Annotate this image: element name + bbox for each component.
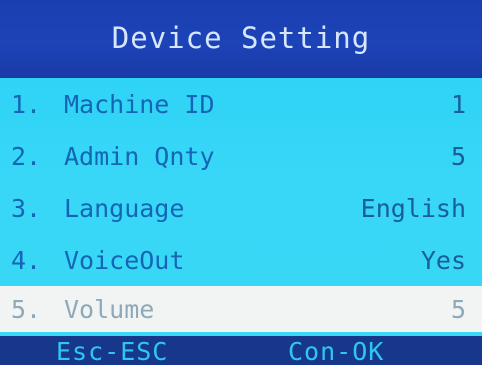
menu-item-voiceout[interactable]: 4. VoiceOut Yes xyxy=(0,234,482,286)
menu-item-number: 5. xyxy=(11,294,42,324)
menu-item-value: 5 xyxy=(450,294,466,324)
menu-item-label: Admin Qnty xyxy=(64,141,215,171)
device-screen: Device Setting 1. Machine ID 1 2. Admin … xyxy=(0,0,482,365)
menu-item-volume[interactable]: 5. Volume 5 xyxy=(0,286,482,332)
settings-menu: 1. Machine ID 1 2. Admin Qnty 5 3. Langu… xyxy=(0,78,482,336)
menu-item-value: English xyxy=(360,193,466,223)
menu-item-value: 1 xyxy=(450,89,466,119)
menu-item-language[interactable]: 3. Language English xyxy=(0,182,482,234)
softkey-bar: Esc-ESC Con-OK xyxy=(0,336,482,365)
escape-button[interactable]: Esc-ESC xyxy=(56,337,168,365)
menu-item-label: Machine ID xyxy=(64,89,215,119)
menu-item-label: Language xyxy=(64,193,185,223)
page-title: Device Setting xyxy=(111,21,371,55)
menu-item-machine-id[interactable]: 1. Machine ID 1 xyxy=(0,78,482,130)
menu-item-value: Yes xyxy=(420,245,466,275)
menu-item-number: 3. xyxy=(11,193,42,223)
confirm-button[interactable]: Con-OK xyxy=(288,337,384,365)
menu-item-label: VoiceOut xyxy=(64,245,185,275)
menu-item-label: Volume xyxy=(64,294,155,324)
title-bar: Device Setting xyxy=(0,0,482,78)
menu-item-value: 5 xyxy=(450,141,466,171)
menu-item-number: 2. xyxy=(11,141,42,171)
menu-item-number: 1. xyxy=(11,89,42,119)
menu-item-number: 4. xyxy=(11,245,42,275)
menu-item-admin-qnty[interactable]: 2. Admin Qnty 5 xyxy=(0,130,482,182)
